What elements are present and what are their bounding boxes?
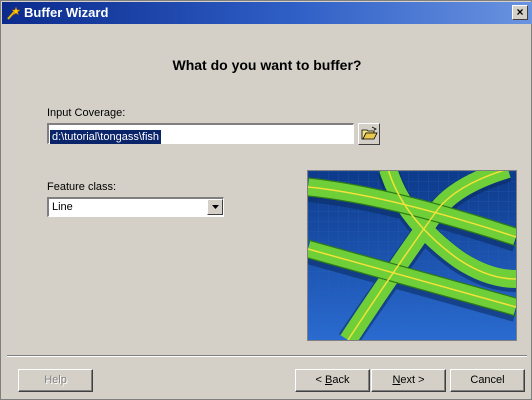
feature-class-value: Line	[52, 201, 73, 213]
title-bar[interactable]: Buffer Wizard ×	[2, 2, 532, 24]
dropdown-button[interactable]	[207, 199, 223, 215]
input-coverage-label: Input Coverage:	[47, 107, 126, 119]
buffer-preview-image	[307, 170, 517, 341]
page-heading: What do you want to buffer?	[172, 57, 362, 73]
window-title: Buffer Wizard	[24, 5, 109, 20]
input-coverage-value: d:\tutorial\tongass\fish	[50, 130, 162, 144]
browse-button[interactable]	[358, 123, 380, 145]
back-button-prefix: <	[315, 374, 325, 386]
input-coverage-field[interactable]: d:\tutorial\tongass\fish	[47, 123, 354, 144]
back-button[interactable]: < Back	[295, 369, 370, 392]
chevron-down-icon	[212, 205, 219, 209]
next-button[interactable]: Next >	[371, 369, 446, 392]
close-button[interactable]: ×	[512, 5, 528, 20]
wand-icon	[7, 6, 21, 20]
feature-class-label: Feature class:	[47, 181, 117, 193]
open-folder-icon	[361, 126, 378, 140]
close-icon: ×	[516, 5, 524, 19]
cancel-button[interactable]: Cancel	[450, 369, 525, 392]
next-button-label: ext >	[400, 374, 425, 386]
help-button[interactable]: Help	[18, 369, 93, 392]
back-button-label: ack	[332, 374, 350, 386]
road-network-illustration	[308, 171, 516, 340]
help-button-label: Help	[44, 374, 67, 386]
cancel-button-label: Cancel	[470, 374, 505, 386]
footer-divider	[7, 355, 527, 357]
feature-class-select[interactable]: Line	[47, 197, 224, 217]
buffer-wizard-dialog: Buffer Wizard × What do you want to buff…	[0, 0, 532, 400]
